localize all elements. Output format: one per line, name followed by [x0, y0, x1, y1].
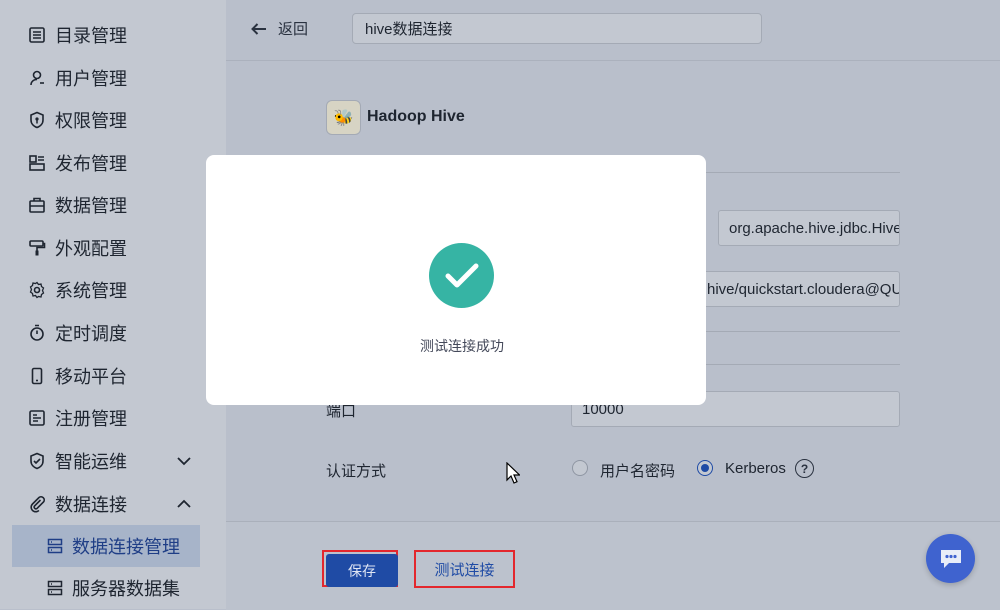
divider	[706, 364, 900, 365]
divider	[706, 331, 900, 332]
connection-name-input[interactable]	[352, 13, 762, 44]
sidebar-item-catalog[interactable]: 目录管理	[0, 15, 226, 55]
sidebar-subitem-connection-management[interactable]: 数据连接管理	[12, 525, 200, 567]
test-connection-button[interactable]: 测试连接	[414, 550, 515, 588]
sidebar-item-data[interactable]: 数据管理	[0, 185, 226, 225]
sidebar-item-appearance[interactable]: 外观配置	[0, 228, 226, 268]
sidebar-item-label: 目录管理	[55, 26, 127, 46]
driver-field[interactable]: org.apache.hive.jdbc.HiveDriver	[718, 210, 900, 246]
top-bar: 返回	[226, 0, 1000, 61]
auth-radio-kerberos[interactable]	[697, 460, 713, 476]
footer-bar: 保存 测试连接	[226, 521, 1000, 610]
sidebar-subitem-server-dataset[interactable]: 服务器数据集	[12, 567, 200, 609]
sidebar-item-label: 定时调度	[55, 324, 127, 344]
sidebar-item-data-connection[interactable]: 数据连接	[0, 484, 226, 524]
paint-roller-icon	[27, 238, 47, 258]
sidebar-item-smart-ops[interactable]: 智能运维	[0, 441, 226, 481]
sidebar-item-mobile[interactable]: 移动平台	[0, 356, 226, 396]
stopwatch-icon	[27, 323, 47, 343]
success-dialog: 测试连接成功	[206, 155, 706, 405]
briefcase-icon	[27, 195, 47, 215]
sidebar-item-label: 发布管理	[55, 154, 127, 174]
sidebar-item-label: 数据连接	[55, 495, 127, 515]
chevron-up-icon[interactable]	[175, 495, 193, 513]
back-button[interactable]: 返回	[250, 18, 308, 39]
auth-radio-password-label: 用户名密码	[600, 463, 676, 480]
sidebar-item-label: 数据管理	[55, 196, 127, 216]
chevron-down-icon[interactable]	[175, 452, 193, 470]
sidebar-subitem-label: 服务器数据集	[72, 579, 180, 599]
auth-label: 认证方式	[326, 463, 387, 480]
sidebar-item-publish[interactable]: 发布管理	[0, 143, 226, 183]
sidebar-item-label: 用户管理	[55, 69, 127, 89]
gear-icon	[27, 280, 47, 300]
help-icon[interactable]: ?	[795, 459, 814, 478]
sidebar-item-label: 移动平台	[55, 367, 127, 387]
server-icon	[46, 579, 64, 597]
auth-radio-kerberos-label: Kerberos	[725, 460, 786, 477]
hive-logo: 🐝	[326, 100, 361, 135]
layout-icon	[27, 153, 47, 173]
sidebar-item-register[interactable]: 注册管理	[0, 398, 226, 438]
mobile-icon	[27, 366, 47, 386]
back-label: 返回	[278, 21, 309, 38]
auth-radio-password[interactable]	[572, 460, 588, 476]
dialog-message: 测试连接成功	[420, 338, 504, 354]
server-icon	[46, 537, 64, 555]
register-icon	[27, 408, 47, 428]
sidebar-item-permissions[interactable]: 权限管理	[0, 100, 226, 140]
chat-icon	[940, 549, 961, 568]
sidebar-item-users[interactable]: 用户管理	[0, 58, 226, 98]
paperclip-icon	[27, 494, 47, 514]
shield-icon	[27, 110, 47, 130]
sidebar-item-label: 权限管理	[55, 111, 127, 131]
sidebar: 目录管理 用户管理 权限管理 发布管理 数据管理 外观配置 系统管理 定时调度 …	[0, 0, 226, 609]
ops-icon	[27, 451, 47, 471]
save-button[interactable]: 保存	[326, 554, 398, 587]
db-type-title: Hadoop Hive	[367, 108, 465, 125]
sidebar-item-label: 智能运维	[55, 452, 127, 472]
sidebar-item-system[interactable]: 系统管理	[0, 270, 226, 310]
sidebar-item-label: 注册管理	[55, 409, 127, 429]
mouse-cursor-icon	[506, 462, 520, 484]
url-field[interactable]: hive/quickstart.cloudera@QUICKSTART.CLOU…	[696, 271, 900, 307]
sidebar-item-label: 系统管理	[55, 281, 127, 301]
chat-button[interactable]	[926, 534, 975, 583]
user-icon	[27, 68, 47, 88]
check-circle-icon	[429, 243, 494, 308]
sidebar-item-schedule[interactable]: 定时调度	[0, 313, 226, 353]
sidebar-item-label: 外观配置	[55, 239, 127, 259]
arrow-left-icon	[251, 22, 266, 35]
divider	[706, 172, 900, 173]
list-icon	[27, 25, 47, 45]
sidebar-subitem-label: 数据连接管理	[72, 537, 180, 557]
